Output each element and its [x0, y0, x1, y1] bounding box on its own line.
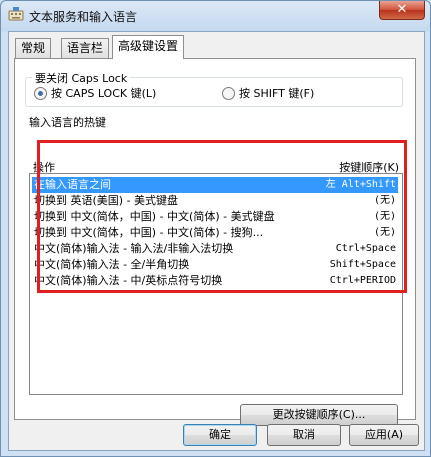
caps-lock-option-label: 按 CAPS LOCK 键(L) — [51, 87, 157, 100]
shift-option[interactable]: 按 SHIFT 键(F) — [222, 85, 314, 101]
list-item[interactable]: 在输入语言之间 左 Alt+Shift — [32, 177, 398, 193]
keys-text: (无) — [373, 211, 396, 222]
keys-text: Ctrl+Space — [335, 243, 396, 254]
dialog-client: 常规 语言栏 高级键设置 要关闭 Caps Lock 按 CAPS LOCK 键… — [8, 31, 425, 451]
keys-text: Shift+Space — [329, 259, 396, 270]
tab-advanced-key-settings[interactable]: 高级键设置 — [112, 35, 185, 59]
hotkeys-list[interactable]: 在输入语言之间 左 Alt+Shift 切换到 英语(美国) - 美式键盘 (无… — [29, 173, 403, 395]
window-title: 文本服务和输入语言 — [29, 10, 138, 24]
action-text: 切换到 英语(美国) - 美式键盘 — [34, 194, 179, 207]
radio-unselected-icon — [222, 86, 235, 100]
action-text: 切换到 中文(简体，中国) - 中文(简体) - 美式键盘 — [34, 210, 275, 223]
list-item[interactable]: 中文(简体)输入法 - 中/英标点符号切换 Ctrl+PERIOD — [32, 273, 398, 289]
action-text: 切换到 中文(简体，中国) - 中文(简体) - 搜狗... — [34, 226, 264, 239]
radio-selected-icon — [34, 86, 47, 100]
hotkeys-legend: 输入语言的热键 — [26, 114, 109, 130]
caps-lock-group: 要关闭 Caps Lock 按 CAPS LOCK 键(L) 按 SHIFT 键… — [25, 70, 403, 107]
keys-text: (无) — [373, 195, 396, 206]
keys-text: (无) — [373, 227, 396, 238]
list-item[interactable]: 切换到 中文(简体，中国) - 中文(简体) - 美式键盘 (无) — [32, 209, 398, 225]
dialog-window: 文本服务和输入语言 ✕ 常规 语言栏 高级键设置 要关闭 Caps Lock 按… — [0, 0, 431, 457]
keys-text: Ctrl+PERIOD — [329, 275, 396, 286]
list-item[interactable]: 中文(简体)输入法 - 全/半角切换 Shift+Space — [32, 257, 398, 273]
keys-text: 左 Alt+Shift — [325, 179, 396, 190]
caps-lock-legend: 要关闭 Caps Lock — [32, 70, 131, 86]
action-text: 中文(简体)输入法 - 中/英标点符号切换 — [34, 274, 223, 287]
cancel-button[interactable]: 取消 — [267, 424, 341, 446]
tab-language-bar[interactable]: 语言栏 — [61, 38, 110, 58]
action-text: 中文(简体)输入法 - 输入法/非输入法切换 — [34, 242, 234, 255]
close-button[interactable]: ✕ — [379, 1, 425, 20]
apply-button[interactable]: 应用(A) — [349, 424, 419, 446]
ok-button[interactable]: 确定 — [183, 424, 257, 446]
caps-lock-option[interactable]: 按 CAPS LOCK 键(L) — [34, 85, 156, 101]
change-key-sequence-button[interactable]: 更改按键顺序(C)... — [240, 404, 398, 426]
hotkeys-list-header: 操作 按键顺序(K) — [29, 159, 403, 174]
list-item[interactable]: 切换到 中文(简体，中国) - 中文(简体) - 搜狗... (无) — [32, 225, 398, 241]
action-text: 在输入语言之间 — [34, 178, 111, 191]
list-item[interactable]: 切换到 英语(美国) - 美式键盘 (无) — [32, 193, 398, 209]
tab-general[interactable]: 常规 — [15, 38, 52, 58]
close-icon: ✕ — [396, 2, 408, 17]
shift-option-label: 按 SHIFT 键(F) — [239, 87, 315, 100]
title-bar[interactable]: 文本服务和输入语言 ✕ — [1, 1, 430, 31]
action-text: 中文(简体)输入法 - 全/半角切换 — [34, 258, 190, 271]
tab-panel: 要关闭 Caps Lock 按 CAPS LOCK 键(L) 按 SHIFT 键… — [14, 58, 416, 426]
keyboard-icon — [8, 7, 24, 21]
list-item[interactable]: 中文(简体)输入法 - 输入法/非输入法切换 Ctrl+Space — [32, 241, 398, 257]
